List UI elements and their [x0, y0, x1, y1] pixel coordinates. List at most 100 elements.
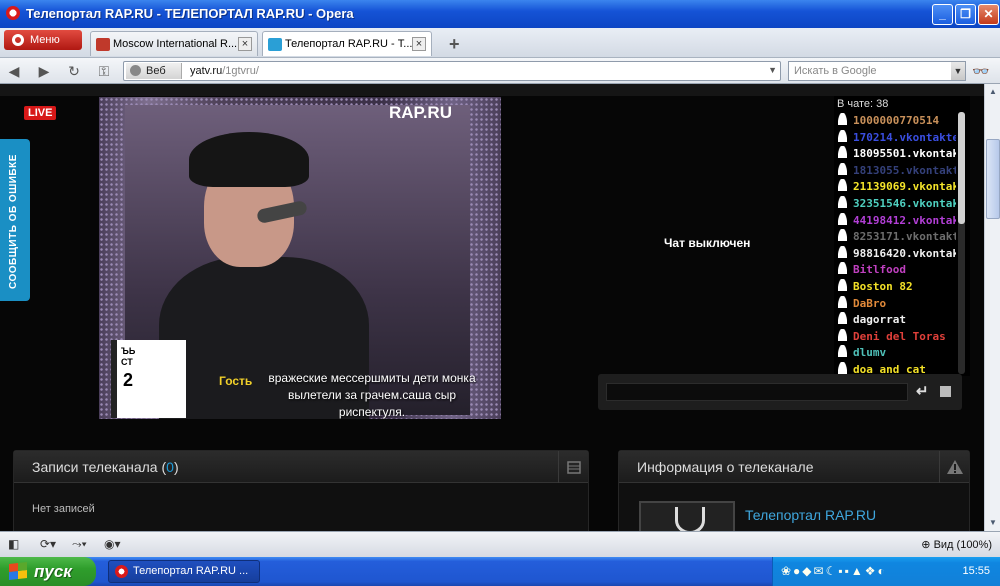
send-icon[interactable]: ↵ [916, 382, 929, 400]
chat-message-input[interactable] [606, 383, 908, 401]
search-engine-dropdown-icon[interactable]: ▼ [951, 62, 965, 80]
chat-user[interactable]: 98816420.vkontakte [838, 245, 956, 262]
tab-close-icon[interactable]: × [412, 37, 426, 51]
tab-favicon-icon [268, 38, 282, 51]
user-icon [838, 279, 847, 291]
chat-user-name: Bitlfood [853, 263, 906, 277]
reload-icon[interactable]: ↻ [66, 63, 82, 79]
user-list-scrollbar[interactable] [958, 112, 965, 374]
tab-label: Телепортал RAP.RU - Т... [285, 38, 413, 50]
chat-user[interactable]: 1813055.vkontakte [838, 162, 956, 179]
chat-user-name: Deni del Toras [853, 329, 946, 343]
zoom-icon: ⊕ [921, 539, 934, 551]
start-button[interactable]: пуск [0, 557, 96, 586]
opera-o-icon [12, 34, 24, 46]
close-window-button[interactable]: ✕ [978, 4, 999, 25]
tray-clock: 15:55 [962, 565, 990, 577]
user-icon [838, 295, 847, 308]
records-count: 0 [166, 459, 174, 475]
binoculars-icon[interactable]: 👓 [972, 63, 989, 80]
chat-user-name: 1813055.vkontakte [853, 163, 956, 177]
minimize-button[interactable]: _ [932, 4, 953, 25]
channel-name-link[interactable]: Телепортал RAP.RU [745, 507, 876, 523]
unite-icon[interactable]: ◉▾ [104, 537, 121, 551]
zoom-level[interactable]: ⊕ Вид (100%) [921, 538, 992, 551]
page-top-strip [0, 84, 984, 96]
search-field[interactable]: Искать в Google ▼ [788, 61, 966, 81]
user-icon [838, 312, 847, 325]
address-field[interactable]: Веб yatv.ru/1gtvru/ ▼ [123, 61, 781, 81]
scroll-down-icon[interactable]: ▼ [986, 515, 1000, 531]
chat-user-name: 18095501.vkontakte [853, 147, 956, 161]
page-scroll-thumb[interactable] [986, 139, 1000, 219]
chat-user[interactable]: 21139069.vkontakte [838, 179, 956, 195]
tab-moscow-international[interactable]: Moscow International R... × [90, 31, 258, 56]
warning-icon[interactable] [939, 451, 969, 483]
user-icon [838, 345, 847, 358]
chat-user-name: 32351546.vkontakte [853, 197, 956, 210]
tab-close-icon[interactable]: × [238, 37, 252, 51]
chat-user-name: dlumv [853, 346, 887, 360]
chat-user[interactable]: Bitlfood [838, 262, 956, 278]
url-path: /1gtvru/ [222, 65, 259, 77]
opera-menu-button[interactable]: Меню [4, 30, 82, 50]
info-panel-title: Информация о телеканале [637, 459, 814, 475]
chat-user-name: DaBro [853, 296, 887, 310]
chat-user[interactable]: Deni del Toras [838, 328, 956, 345]
user-list-scroll-thumb[interactable] [958, 112, 965, 224]
page-viewport: LIVE СООБЩИТЬ ОБ ОШИБКЕ RAP.RU ЪЬ СТ 2 Г… [0, 84, 984, 531]
chat-user[interactable]: dlumv [838, 345, 956, 361]
live-badge: LIVE [24, 106, 57, 120]
chat-user[interactable]: 8253171.vkontakte [838, 229, 956, 245]
tab-teleportal-rap[interactable]: Телепортал RAP.RU - Т... × [262, 31, 432, 56]
screen: Телепортал RAP.RU - ТЕЛЕПОРТАЛ RAP.RU - … [0, 0, 1000, 586]
forward-icon[interactable]: ▶ [36, 63, 52, 79]
scroll-up-icon[interactable]: ▲ [986, 84, 1000, 100]
maximize-button[interactable]: ❐ [955, 4, 976, 25]
ticker-guest: Гость [219, 374, 253, 388]
video-player[interactable]: RAP.RU ЪЬ СТ 2 Гость вражеские мессершми… [99, 97, 501, 419]
address-dropdown-icon[interactable]: ▼ [768, 65, 777, 75]
windows-taskbar: пуск Телепортал RAP.RU ... ❀●◆✉☾▪▪▲❖◐ 15… [0, 557, 1000, 586]
report-error-tab[interactable]: СООБЩИТЬ ОБ ОШИБКЕ [0, 139, 30, 301]
user-icon [838, 262, 847, 275]
new-tab-button[interactable]: + [449, 34, 460, 55]
no-records-text: Нет записей [32, 503, 95, 515]
chat-user-name: 44198412.vkontakte [853, 213, 956, 227]
records-panel-title: Записи телеканала (0) [32, 459, 179, 475]
chat-user[interactable]: DaBro [838, 295, 956, 312]
user-icon [838, 146, 847, 159]
chat-input-bar: ↵ [598, 374, 962, 410]
turbo-icon[interactable]: ⤳▾ [72, 537, 87, 552]
chat-user[interactable]: Boston 82 [838, 279, 956, 295]
sync-icon[interactable]: ⟳▾ [40, 537, 56, 551]
channel-info-panel: Информация о телеканале Телепортал RAP.R… [618, 450, 970, 531]
chat-user[interactable]: 18095501.vkontakte [838, 146, 956, 162]
chat-user[interactable]: 32351546.vkontakte [838, 196, 956, 212]
list-icon[interactable] [558, 451, 588, 483]
chat-user[interactable]: 170214.vkontakte [838, 129, 956, 146]
address-toolbar: ◀ ▶ ↻ ⚿ Веб yatv.ru/1gtvru/ ▼ Искать в G… [0, 58, 1000, 84]
url-text[interactable]: yatv.ru/1gtvru/ [190, 65, 259, 77]
search-placeholder: Искать в Google [794, 65, 877, 77]
back-icon[interactable]: ◀ [6, 63, 22, 79]
window-titlebar: Телепортал RAP.RU - ТЕЛЕПОРТАЛ RAP.RU - … [0, 0, 1000, 28]
chat-user[interactable]: 1000000770514 [838, 113, 956, 129]
url-domain: yatv.ru [190, 65, 223, 77]
chat-user[interactable]: 44198412.vkontakte [838, 212, 956, 229]
web-badge[interactable]: Веб [126, 63, 182, 79]
user-icon [838, 328, 847, 341]
page-scrollbar[interactable]: ▲ ▼ [984, 84, 1000, 531]
taskbar-opera-window[interactable]: Телепортал RAP.RU ... [108, 560, 260, 583]
panel-toggle-icon[interactable]: ◧ [8, 537, 19, 551]
video-logo: RAP.RU [389, 103, 452, 122]
stop-icon[interactable] [940, 386, 951, 397]
tray-icons[interactable]: ❀●◆✉☾▪▪▲❖◐ [781, 564, 887, 578]
chat-user[interactable]: dagorrat [838, 312, 956, 328]
system-tray: ❀●◆✉☾▪▪▲❖◐ 15:55 [772, 557, 1000, 586]
user-icon [838, 362, 847, 374]
key-icon[interactable]: ⚿ [96, 63, 112, 79]
records-title: Записи телеканала [32, 459, 158, 475]
tab-bar: Меню Moscow International R... × Телепор… [0, 28, 1000, 79]
records-panel-header: Записи телеканала (0) [14, 451, 588, 483]
